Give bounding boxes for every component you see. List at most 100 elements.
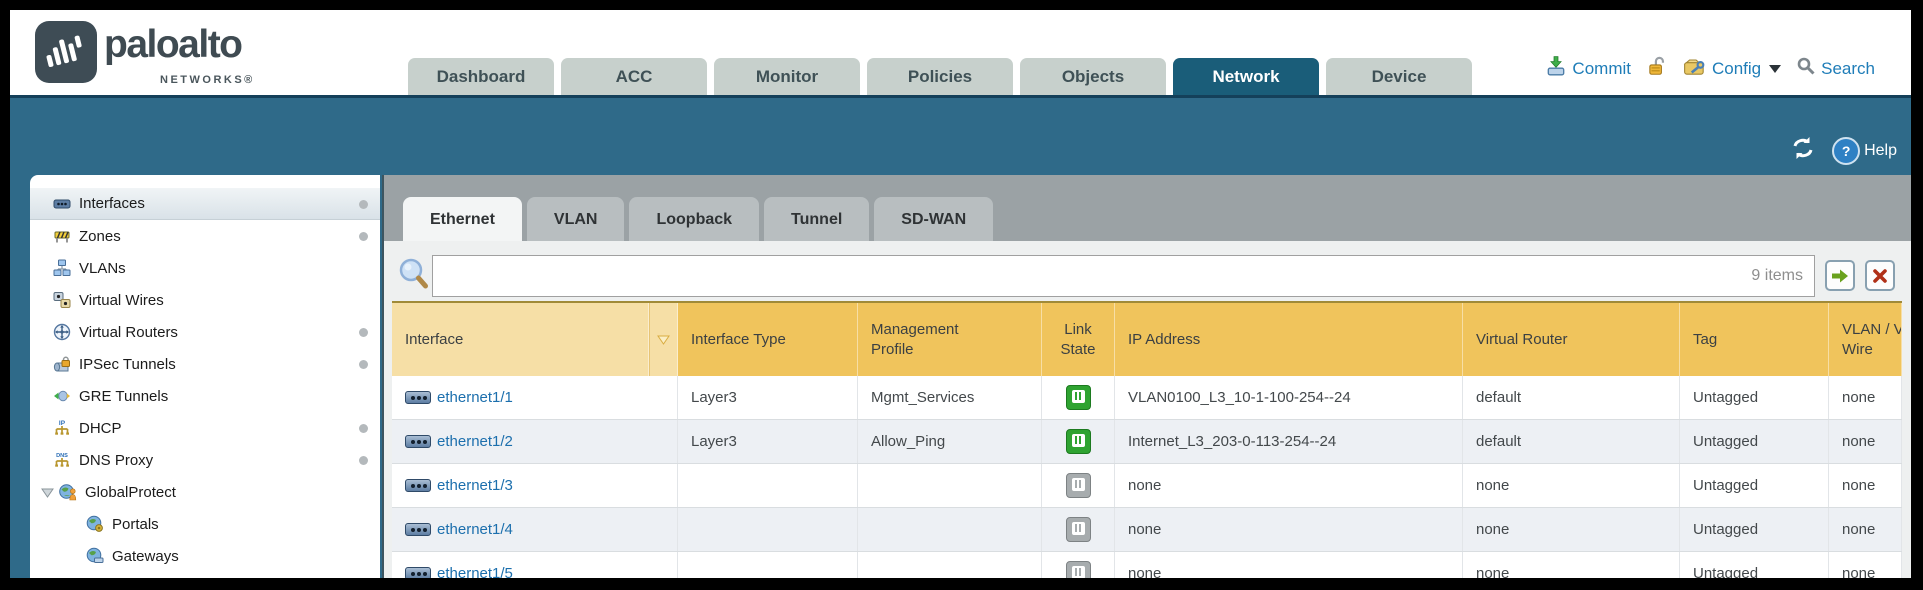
tab-loopback[interactable]: Loopback bbox=[629, 197, 759, 241]
management-profile-cell: Mgmt_Services bbox=[858, 376, 1042, 419]
sidebar-item-globalprotect[interactable]: GlobalProtect bbox=[30, 476, 380, 508]
sidebar-item-portals[interactable]: Portals bbox=[30, 508, 380, 540]
tab-acc[interactable]: ACC bbox=[561, 58, 707, 95]
interface-link[interactable]: ethernet1/4 bbox=[405, 521, 513, 538]
sidebar-item-virtual-routers[interactable]: Virtual Routers bbox=[30, 316, 380, 348]
sidebar-item-label: IPSec Tunnels bbox=[79, 356, 176, 373]
vlan-wire-cell: none bbox=[1829, 420, 1902, 463]
pending-change-dot bbox=[359, 328, 368, 337]
sidebar-item-gre-tunnels[interactable]: GRE Tunnels bbox=[30, 380, 380, 412]
tab-vlan[interactable]: VLAN bbox=[527, 197, 625, 241]
clear-filter-button[interactable] bbox=[1865, 260, 1895, 291]
col-header-tag[interactable]: Tag bbox=[1680, 303, 1829, 376]
ip-address-cell: none bbox=[1115, 464, 1463, 507]
tab-network[interactable]: Network bbox=[1173, 58, 1319, 95]
col-header-interface[interactable]: Interface bbox=[392, 303, 649, 376]
commit-button[interactable]: Commit bbox=[1545, 55, 1631, 82]
col-header-interface-type[interactable]: Interface Type bbox=[678, 303, 858, 376]
dns-proxy-icon: DNS bbox=[52, 451, 72, 469]
virtual-router-cell: none bbox=[1463, 508, 1680, 551]
ethernet-panel: 9 items Interface Interface Type Managem… bbox=[384, 241, 1911, 578]
filter-input-wrap: 9 items bbox=[432, 255, 1815, 297]
sidebar-item-label: Portals bbox=[112, 516, 159, 533]
tab-objects[interactable]: Objects bbox=[1020, 58, 1166, 95]
table-header: Interface Interface Type ManagementProfi… bbox=[392, 303, 1902, 376]
ip-address-cell: Internet_L3_203-0-113-254--24 bbox=[1115, 420, 1463, 463]
virtual-router-cell: default bbox=[1463, 420, 1680, 463]
filter-input[interactable] bbox=[432, 255, 1815, 297]
tab-policies[interactable]: Policies bbox=[867, 58, 1013, 95]
col-header-management-profile[interactable]: ManagementProfile bbox=[858, 303, 1042, 376]
brand-name: paloalto bbox=[104, 23, 242, 67]
table-row[interactable]: ethernet1/4 none none Untagged none bbox=[392, 508, 1902, 552]
sidebar-item-gateways[interactable]: Gateways bbox=[30, 540, 380, 572]
pending-change-dot bbox=[359, 456, 368, 465]
col-header-ip-address[interactable]: IP Address bbox=[1115, 303, 1463, 376]
tab-monitor[interactable]: Monitor bbox=[714, 58, 860, 95]
main-content: Ethernet VLAN Loopback Tunnel SD-WAN 9 i… bbox=[382, 175, 1911, 578]
screenshot-frame: paloalto NETWORKS® Dashboard ACC Monitor… bbox=[0, 0, 1923, 590]
table-row[interactable]: ethernet1/1 Layer3 Mgmt_Services VLAN010… bbox=[392, 376, 1902, 420]
expander-down-icon[interactable] bbox=[40, 486, 55, 498]
sidebar-item-ipsec-tunnels[interactable]: IPSec Tunnels bbox=[30, 348, 380, 380]
sidebar-item-zones[interactable]: Zones bbox=[30, 220, 380, 252]
vlan-wire-cell: none bbox=[1829, 464, 1902, 507]
interface-link[interactable]: ethernet1/3 bbox=[405, 477, 513, 494]
table-row[interactable]: ethernet1/5 none none Untagged none bbox=[392, 552, 1902, 578]
col-header-virtual-router[interactable]: Virtual Router bbox=[1463, 303, 1680, 376]
tab-ethernet[interactable]: Ethernet bbox=[403, 197, 522, 241]
sidebar-item-vlans[interactable]: VLANs bbox=[30, 252, 380, 284]
table-row[interactable]: ethernet1/2 Layer3 Allow_Ping Internet_L… bbox=[392, 420, 1902, 464]
tag-cell: Untagged bbox=[1680, 376, 1829, 419]
tab-dashboard[interactable]: Dashboard bbox=[408, 58, 554, 95]
vlan-wire-cell: none bbox=[1829, 376, 1902, 419]
col-header-vlan-virtual-wire[interactable]: VLAN / VirtualWire bbox=[1829, 303, 1902, 376]
table-row[interactable]: ethernet1/3 none none Untagged none bbox=[392, 464, 1902, 508]
sidebar-item-label: Gateways bbox=[112, 548, 179, 565]
management-profile-cell bbox=[858, 508, 1042, 551]
virtual-router-cell: none bbox=[1463, 552, 1680, 578]
config-menu-button[interactable]: Config bbox=[1683, 55, 1781, 82]
brand-subtitle: NETWORKS® bbox=[160, 74, 255, 86]
virtual-router-cell: default bbox=[1463, 376, 1680, 419]
help-icon: ? bbox=[1832, 137, 1860, 165]
main-nav-tabs: Dashboard ACC Monitor Policies Objects N… bbox=[408, 58, 1472, 95]
interface-link[interactable]: ethernet1/2 bbox=[405, 433, 513, 450]
tab-device[interactable]: Device bbox=[1326, 58, 1472, 95]
tag-cell: Untagged bbox=[1680, 420, 1829, 463]
search-label: Search bbox=[1821, 59, 1875, 79]
tag-cell: Untagged bbox=[1680, 508, 1829, 551]
interface-icon bbox=[405, 435, 431, 448]
apply-filter-button[interactable] bbox=[1825, 260, 1855, 291]
lock-button[interactable] bbox=[1646, 55, 1668, 82]
sidebar-item-dns-proxy[interactable]: DNS DNS Proxy bbox=[30, 444, 380, 476]
virtual-wires-icon bbox=[52, 291, 72, 309]
interface-cell: ethernet1/5 bbox=[392, 552, 678, 578]
refresh-icon[interactable] bbox=[1790, 136, 1816, 165]
column-menu-dropdown[interactable] bbox=[649, 303, 678, 376]
interface-link[interactable]: ethernet1/5 bbox=[405, 565, 513, 578]
col-header-link-state[interactable]: LinkState bbox=[1042, 303, 1115, 376]
help-button[interactable]: ? Help bbox=[1832, 137, 1897, 165]
filter-magnifier-icon bbox=[396, 257, 430, 295]
pending-change-dot bbox=[359, 360, 368, 369]
search-icon bbox=[1796, 56, 1816, 81]
interface-cell: ethernet1/2 bbox=[392, 420, 678, 463]
interface-type-tabs: Ethernet VLAN Loopback Tunnel SD-WAN bbox=[403, 197, 993, 241]
interface-link[interactable]: ethernet1/1 bbox=[405, 389, 513, 406]
sidebar-item-virtual-wires[interactable]: Virtual Wires bbox=[30, 284, 380, 316]
commit-icon bbox=[1545, 55, 1567, 82]
tag-cell: Untagged bbox=[1680, 552, 1829, 578]
sidebar-item-interfaces[interactable]: Interfaces bbox=[30, 188, 380, 220]
commit-label: Commit bbox=[1572, 59, 1631, 79]
virtual-routers-icon bbox=[52, 323, 72, 341]
content-toolbar: ? Help bbox=[1790, 136, 1897, 165]
top-header: paloalto NETWORKS® Dashboard ACC Monitor… bbox=[10, 10, 1911, 95]
ip-address-cell: VLAN0100_L3_10-1-100-254--24 bbox=[1115, 376, 1463, 419]
sidebar-item-dhcp[interactable]: IP DHCP bbox=[30, 412, 380, 444]
search-button[interactable]: Search bbox=[1796, 56, 1875, 81]
sidebar-item-label: DHCP bbox=[79, 420, 122, 437]
tab-tunnel[interactable]: Tunnel bbox=[764, 197, 869, 241]
tab-sdwan[interactable]: SD-WAN bbox=[874, 197, 993, 241]
pending-change-dot bbox=[359, 232, 368, 241]
